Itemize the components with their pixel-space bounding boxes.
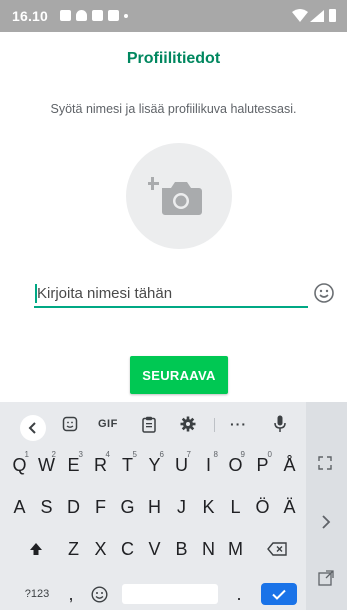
gallery-notification-icon xyxy=(60,10,71,21)
sticker-icon[interactable] xyxy=(62,414,78,434)
add-profile-photo-button[interactable] xyxy=(126,143,232,249)
key-q[interactable]: Q1 xyxy=(6,447,33,483)
key-h[interactable]: H xyxy=(141,489,168,525)
key-ö[interactable]: Ö xyxy=(249,489,276,525)
key-p[interactable]: P0 xyxy=(249,447,276,483)
gif-button[interactable]: GIF xyxy=(98,414,118,434)
key-u[interactable]: U7 xyxy=(168,447,195,483)
key-j[interactable]: J xyxy=(168,489,195,525)
settings-gear-icon[interactable] xyxy=(180,414,196,434)
key-f[interactable]: F xyxy=(87,489,114,525)
key-number-hint: 3 xyxy=(78,450,83,459)
shift-key[interactable] xyxy=(24,531,48,567)
key-v[interactable]: V xyxy=(141,531,168,567)
keyboard-toolbar: GIF ··· xyxy=(0,402,306,446)
emoji-icon[interactable] xyxy=(313,282,335,304)
backspace-key[interactable] xyxy=(262,531,292,567)
battery-icon xyxy=(329,9,336,22)
keyboard: GIF ··· Q1W2E3R4T5Y6U7I8O9P0Å ASDFGHJKLÖ… xyxy=(0,402,347,610)
key-number-hint: 0 xyxy=(267,450,272,459)
add-photo-camera-icon xyxy=(148,177,202,215)
more-notifications-icon xyxy=(124,14,128,18)
page-subtitle: Syötä nimesi ja lisää profiilikuva halut… xyxy=(50,102,297,116)
chevron-right-icon[interactable] xyxy=(321,514,331,535)
key-number-hint: 9 xyxy=(240,450,245,459)
key-k[interactable]: K xyxy=(195,489,222,525)
key-z[interactable]: Z xyxy=(60,531,87,567)
toolbar-divider xyxy=(214,418,215,432)
key-m[interactable]: M xyxy=(222,531,249,567)
key-l[interactable]: L xyxy=(222,489,249,525)
key-e[interactable]: E3 xyxy=(60,447,87,483)
name-field xyxy=(34,280,308,308)
key-number-hint: 4 xyxy=(105,450,110,459)
space-key[interactable] xyxy=(122,584,218,604)
wifi-icon xyxy=(292,9,308,22)
status-bar: 16.10 xyxy=(0,0,347,32)
key-d[interactable]: D xyxy=(60,489,87,525)
more-options-button[interactable]: ··· xyxy=(230,414,247,434)
key-y[interactable]: Y6 xyxy=(141,447,168,483)
key-number-hint: 8 xyxy=(213,450,218,459)
next-button[interactable]: SEURAAVA xyxy=(130,356,228,394)
message-notification-icon xyxy=(108,10,119,21)
key-n[interactable]: N xyxy=(195,531,222,567)
key-i[interactable]: I8 xyxy=(195,447,222,483)
enter-key[interactable] xyxy=(261,583,297,605)
key-b[interactable]: B xyxy=(168,531,195,567)
keyboard-side-panel xyxy=(306,402,347,610)
key-number-hint: 7 xyxy=(186,450,191,459)
key-number-hint: 1 xyxy=(24,450,29,459)
key-c[interactable]: C xyxy=(114,531,141,567)
comma-key[interactable]: , xyxy=(64,576,78,610)
period-key[interactable]: . xyxy=(232,576,246,610)
key-r[interactable]: R4 xyxy=(87,447,114,483)
symbols-key[interactable]: ?123 xyxy=(20,576,54,610)
key-w[interactable]: W2 xyxy=(33,447,60,483)
signal-icon xyxy=(310,10,324,22)
text-cursor xyxy=(35,284,37,303)
page-title: Profiilitiedot xyxy=(126,50,221,67)
toolbar-back-icon[interactable] xyxy=(20,415,46,441)
clipboard-icon[interactable] xyxy=(142,414,156,434)
name-input[interactable] xyxy=(34,280,308,306)
emoji-key[interactable] xyxy=(88,576,110,610)
expand-keyboard-icon[interactable] xyxy=(318,456,332,475)
shield-notification-icon xyxy=(76,10,87,21)
status-time: 16.10 xyxy=(12,8,49,24)
key-t[interactable]: T5 xyxy=(114,447,141,483)
key-number-hint: 6 xyxy=(159,450,164,459)
key-a[interactable]: A xyxy=(6,489,33,525)
key-number-hint: 2 xyxy=(51,450,56,459)
key-ä[interactable]: Ä xyxy=(276,489,303,525)
key-number-hint: 5 xyxy=(132,450,137,459)
key-x[interactable]: X xyxy=(87,531,114,567)
key-o[interactable]: O9 xyxy=(222,447,249,483)
key-å[interactable]: Å xyxy=(276,447,303,483)
floating-keyboard-icon[interactable] xyxy=(318,570,334,591)
key-g[interactable]: G xyxy=(114,489,141,525)
facebook-notification-icon xyxy=(92,10,103,21)
microphone-icon[interactable] xyxy=(274,414,286,434)
key-s[interactable]: S xyxy=(33,489,60,525)
